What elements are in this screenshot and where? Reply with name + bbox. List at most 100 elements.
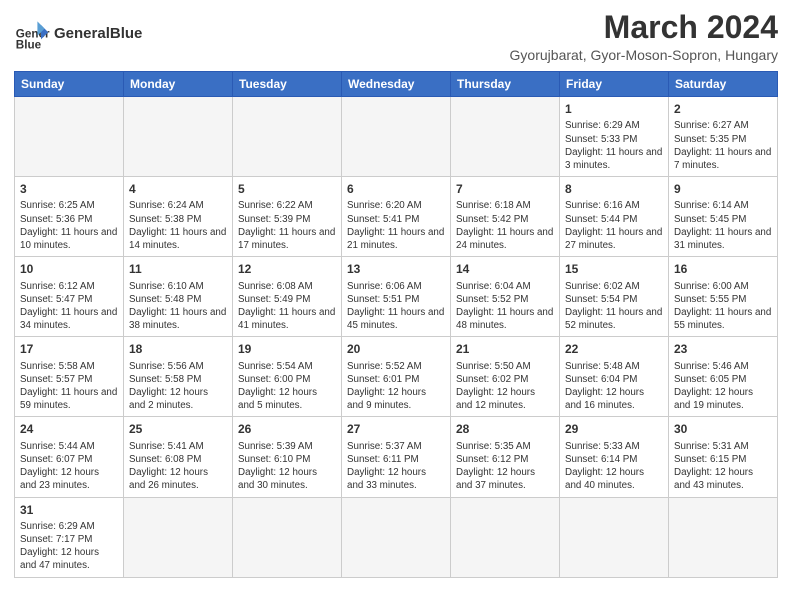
- calendar-cell: 27 Sunrise: 5:37 AM Sunset: 6:11 PM Dayli…: [342, 417, 451, 497]
- day-number: 19: [238, 341, 336, 357]
- day-info: Sunrise: 5:33 AM Sunset: 6:14 PM Dayligh…: [565, 440, 663, 493]
- calendar-cell: 28Sunrise: 5:35 AM Sunset: 6:12 PM Dayli…: [451, 417, 560, 497]
- day-info: Sunrise: 5:37 AM Sunset: 6:11 PM Dayligh…: [347, 440, 445, 493]
- day-info: Sunrise: 6:29 AM Sunset: 5:33 PM Dayligh…: [565, 119, 663, 172]
- day-number: 10: [20, 261, 118, 277]
- day-number: 2: [674, 101, 772, 117]
- calendar-cell: [233, 97, 342, 177]
- calendar-cell: 16 Sunrise: 6:00 AM Sunset: 5:55 PM Dayli…: [669, 257, 778, 337]
- day-number: 7: [456, 181, 554, 197]
- calendar-cell: [124, 97, 233, 177]
- calendar-header-monday: Monday: [124, 72, 233, 97]
- calendar-cell: 20Sunrise: 5:52 AM Sunset: 6:01 PM Dayli…: [342, 337, 451, 417]
- day-info: Sunrise: 6:14 AM Sunset: 5:45 PM Dayligh…: [674, 199, 772, 252]
- calendar-cell: 29 Sunrise: 5:33 AM Sunset: 6:14 PM Dayli…: [560, 417, 669, 497]
- calendar-cell: 31Sunrise: 6:29 AM Sunset: 7:17 PM Dayli…: [15, 497, 124, 577]
- calendar-cell: 26Sunrise: 5:39 AM Sunset: 6:10 PM Dayli…: [233, 417, 342, 497]
- calendar-cell: [233, 497, 342, 577]
- calendar-cell: 8 Sunrise: 6:16 AM Sunset: 5:44 PM Daylig…: [560, 177, 669, 257]
- calendar-cell: 17 Sunrise: 5:58 AM Sunset: 5:57 PM Dayli…: [15, 337, 124, 417]
- day-number: 6: [347, 181, 445, 197]
- calendar-cell: [669, 497, 778, 577]
- calendar-week-4: 17 Sunrise: 5:58 AM Sunset: 5:57 PM Dayli…: [15, 337, 778, 417]
- day-info: Sunrise: 6:04 AM Sunset: 5:52 PM Dayligh…: [456, 280, 554, 333]
- calendar-cell: [560, 497, 669, 577]
- day-number: 3: [20, 181, 118, 197]
- day-info: Sunrise: 6:00 AM Sunset: 5:55 PM Dayligh…: [674, 280, 772, 333]
- day-info: Sunrise: 5:52 AM Sunset: 6:01 PM Dayligh…: [347, 360, 445, 413]
- day-info: Sunrise: 6:20 AM Sunset: 5:41 PM Dayligh…: [347, 199, 445, 252]
- day-number: 24: [20, 421, 118, 437]
- day-info: Sunrise: 6:16 AM Sunset: 5:44 PM Dayligh…: [565, 199, 663, 252]
- logo: General Blue GeneralBlue: [14, 16, 142, 52]
- calendar-cell: [342, 497, 451, 577]
- day-number: 4: [129, 181, 227, 197]
- day-number: 13: [347, 261, 445, 277]
- calendar: SundayMondayTuesdayWednesdayThursdayFrid…: [14, 71, 778, 577]
- calendar-body: 1Sunrise: 6:29 AM Sunset: 5:33 PM Daylig…: [15, 97, 778, 577]
- day-info: Sunrise: 5:56 AM Sunset: 5:58 PM Dayligh…: [129, 360, 227, 413]
- calendar-cell: 13Sunrise: 6:06 AM Sunset: 5:51 PM Dayli…: [342, 257, 451, 337]
- day-number: 14: [456, 261, 554, 277]
- day-number: 28: [456, 421, 554, 437]
- calendar-week-3: 10 Sunrise: 6:12 AM Sunset: 5:47 PM Dayli…: [15, 257, 778, 337]
- day-info: Sunrise: 6:10 AM Sunset: 5:48 PM Dayligh…: [129, 280, 227, 333]
- calendar-cell: 11 Sunrise: 6:10 AM Sunset: 5:48 PM Dayli…: [124, 257, 233, 337]
- day-number: 27: [347, 421, 445, 437]
- logo-text: GeneralBlue: [54, 26, 142, 43]
- calendar-week-6: 31Sunrise: 6:29 AM Sunset: 7:17 PM Dayli…: [15, 497, 778, 577]
- calendar-cell: 24Sunrise: 5:44 AM Sunset: 6:07 PM Dayli…: [15, 417, 124, 497]
- day-number: 29: [565, 421, 663, 437]
- day-info: Sunrise: 6:22 AM Sunset: 5:39 PM Dayligh…: [238, 199, 336, 252]
- calendar-header-wednesday: Wednesday: [342, 72, 451, 97]
- calendar-cell: 22 Sunrise: 5:48 AM Sunset: 6:04 PM Dayli…: [560, 337, 669, 417]
- calendar-cell: 15Sunrise: 6:02 AM Sunset: 5:54 PM Dayli…: [560, 257, 669, 337]
- day-number: 16: [674, 261, 772, 277]
- calendar-cell: 1Sunrise: 6:29 AM Sunset: 5:33 PM Daylig…: [560, 97, 669, 177]
- day-info: Sunrise: 6:12 AM Sunset: 5:47 PM Dayligh…: [20, 280, 118, 333]
- day-info: Sunrise: 5:58 AM Sunset: 5:57 PM Dayligh…: [20, 360, 118, 413]
- logo-icon: General Blue: [14, 16, 50, 52]
- calendar-week-5: 24Sunrise: 5:44 AM Sunset: 6:07 PM Dayli…: [15, 417, 778, 497]
- day-number: 31: [20, 502, 118, 518]
- calendar-cell: 21Sunrise: 5:50 AM Sunset: 6:02 PM Dayli…: [451, 337, 560, 417]
- calendar-cell: 4 Sunrise: 6:24 AM Sunset: 5:38 PM Daylig…: [124, 177, 233, 257]
- calendar-cell: [342, 97, 451, 177]
- day-info: Sunrise: 5:41 AM Sunset: 6:08 PM Dayligh…: [129, 440, 227, 493]
- day-number: 12: [238, 261, 336, 277]
- day-number: 26: [238, 421, 336, 437]
- month-year: March 2024: [510, 10, 778, 45]
- day-number: 8: [565, 181, 663, 197]
- calendar-cell: 7 Sunrise: 6:18 AM Sunset: 5:42 PM Daylig…: [451, 177, 560, 257]
- day-number: 17: [20, 341, 118, 357]
- day-number: 11: [129, 261, 227, 277]
- day-info: Sunrise: 6:08 AM Sunset: 5:49 PM Dayligh…: [238, 280, 336, 333]
- calendar-header-friday: Friday: [560, 72, 669, 97]
- calendar-cell: 2 Sunrise: 6:27 AM Sunset: 5:35 PM Daylig…: [669, 97, 778, 177]
- day-info: Sunrise: 6:25 AM Sunset: 5:36 PM Dayligh…: [20, 199, 118, 252]
- day-info: Sunrise: 6:27 AM Sunset: 5:35 PM Dayligh…: [674, 119, 772, 172]
- calendar-cell: 12 Sunrise: 6:08 AM Sunset: 5:49 PM Dayli…: [233, 257, 342, 337]
- day-number: 30: [674, 421, 772, 437]
- calendar-cell: 30Sunrise: 5:31 AM Sunset: 6:15 PM Dayli…: [669, 417, 778, 497]
- calendar-cell: [451, 97, 560, 177]
- day-number: 18: [129, 341, 227, 357]
- calendar-cell: [451, 497, 560, 577]
- calendar-week-1: 1Sunrise: 6:29 AM Sunset: 5:33 PM Daylig…: [15, 97, 778, 177]
- day-info: Sunrise: 6:18 AM Sunset: 5:42 PM Dayligh…: [456, 199, 554, 252]
- day-number: 22: [565, 341, 663, 357]
- day-info: Sunrise: 5:50 AM Sunset: 6:02 PM Dayligh…: [456, 360, 554, 413]
- calendar-header-sunday: Sunday: [15, 72, 124, 97]
- calendar-cell: 19Sunrise: 5:54 AM Sunset: 6:00 PM Dayli…: [233, 337, 342, 417]
- day-number: 9: [674, 181, 772, 197]
- calendar-header: SundayMondayTuesdayWednesdayThursdayFrid…: [15, 72, 778, 97]
- day-info: Sunrise: 6:02 AM Sunset: 5:54 PM Dayligh…: [565, 280, 663, 333]
- calendar-cell: 5Sunrise: 6:22 AM Sunset: 5:39 PM Daylig…: [233, 177, 342, 257]
- svg-text:Blue: Blue: [16, 38, 42, 51]
- day-info: Sunrise: 6:24 AM Sunset: 5:38 PM Dayligh…: [129, 199, 227, 252]
- calendar-cell: [15, 97, 124, 177]
- calendar-cell: 9 Sunrise: 6:14 AM Sunset: 5:45 PM Daylig…: [669, 177, 778, 257]
- calendar-cell: 10 Sunrise: 6:12 AM Sunset: 5:47 PM Dayli…: [15, 257, 124, 337]
- calendar-cell: [124, 497, 233, 577]
- day-info: Sunrise: 5:48 AM Sunset: 6:04 PM Dayligh…: [565, 360, 663, 413]
